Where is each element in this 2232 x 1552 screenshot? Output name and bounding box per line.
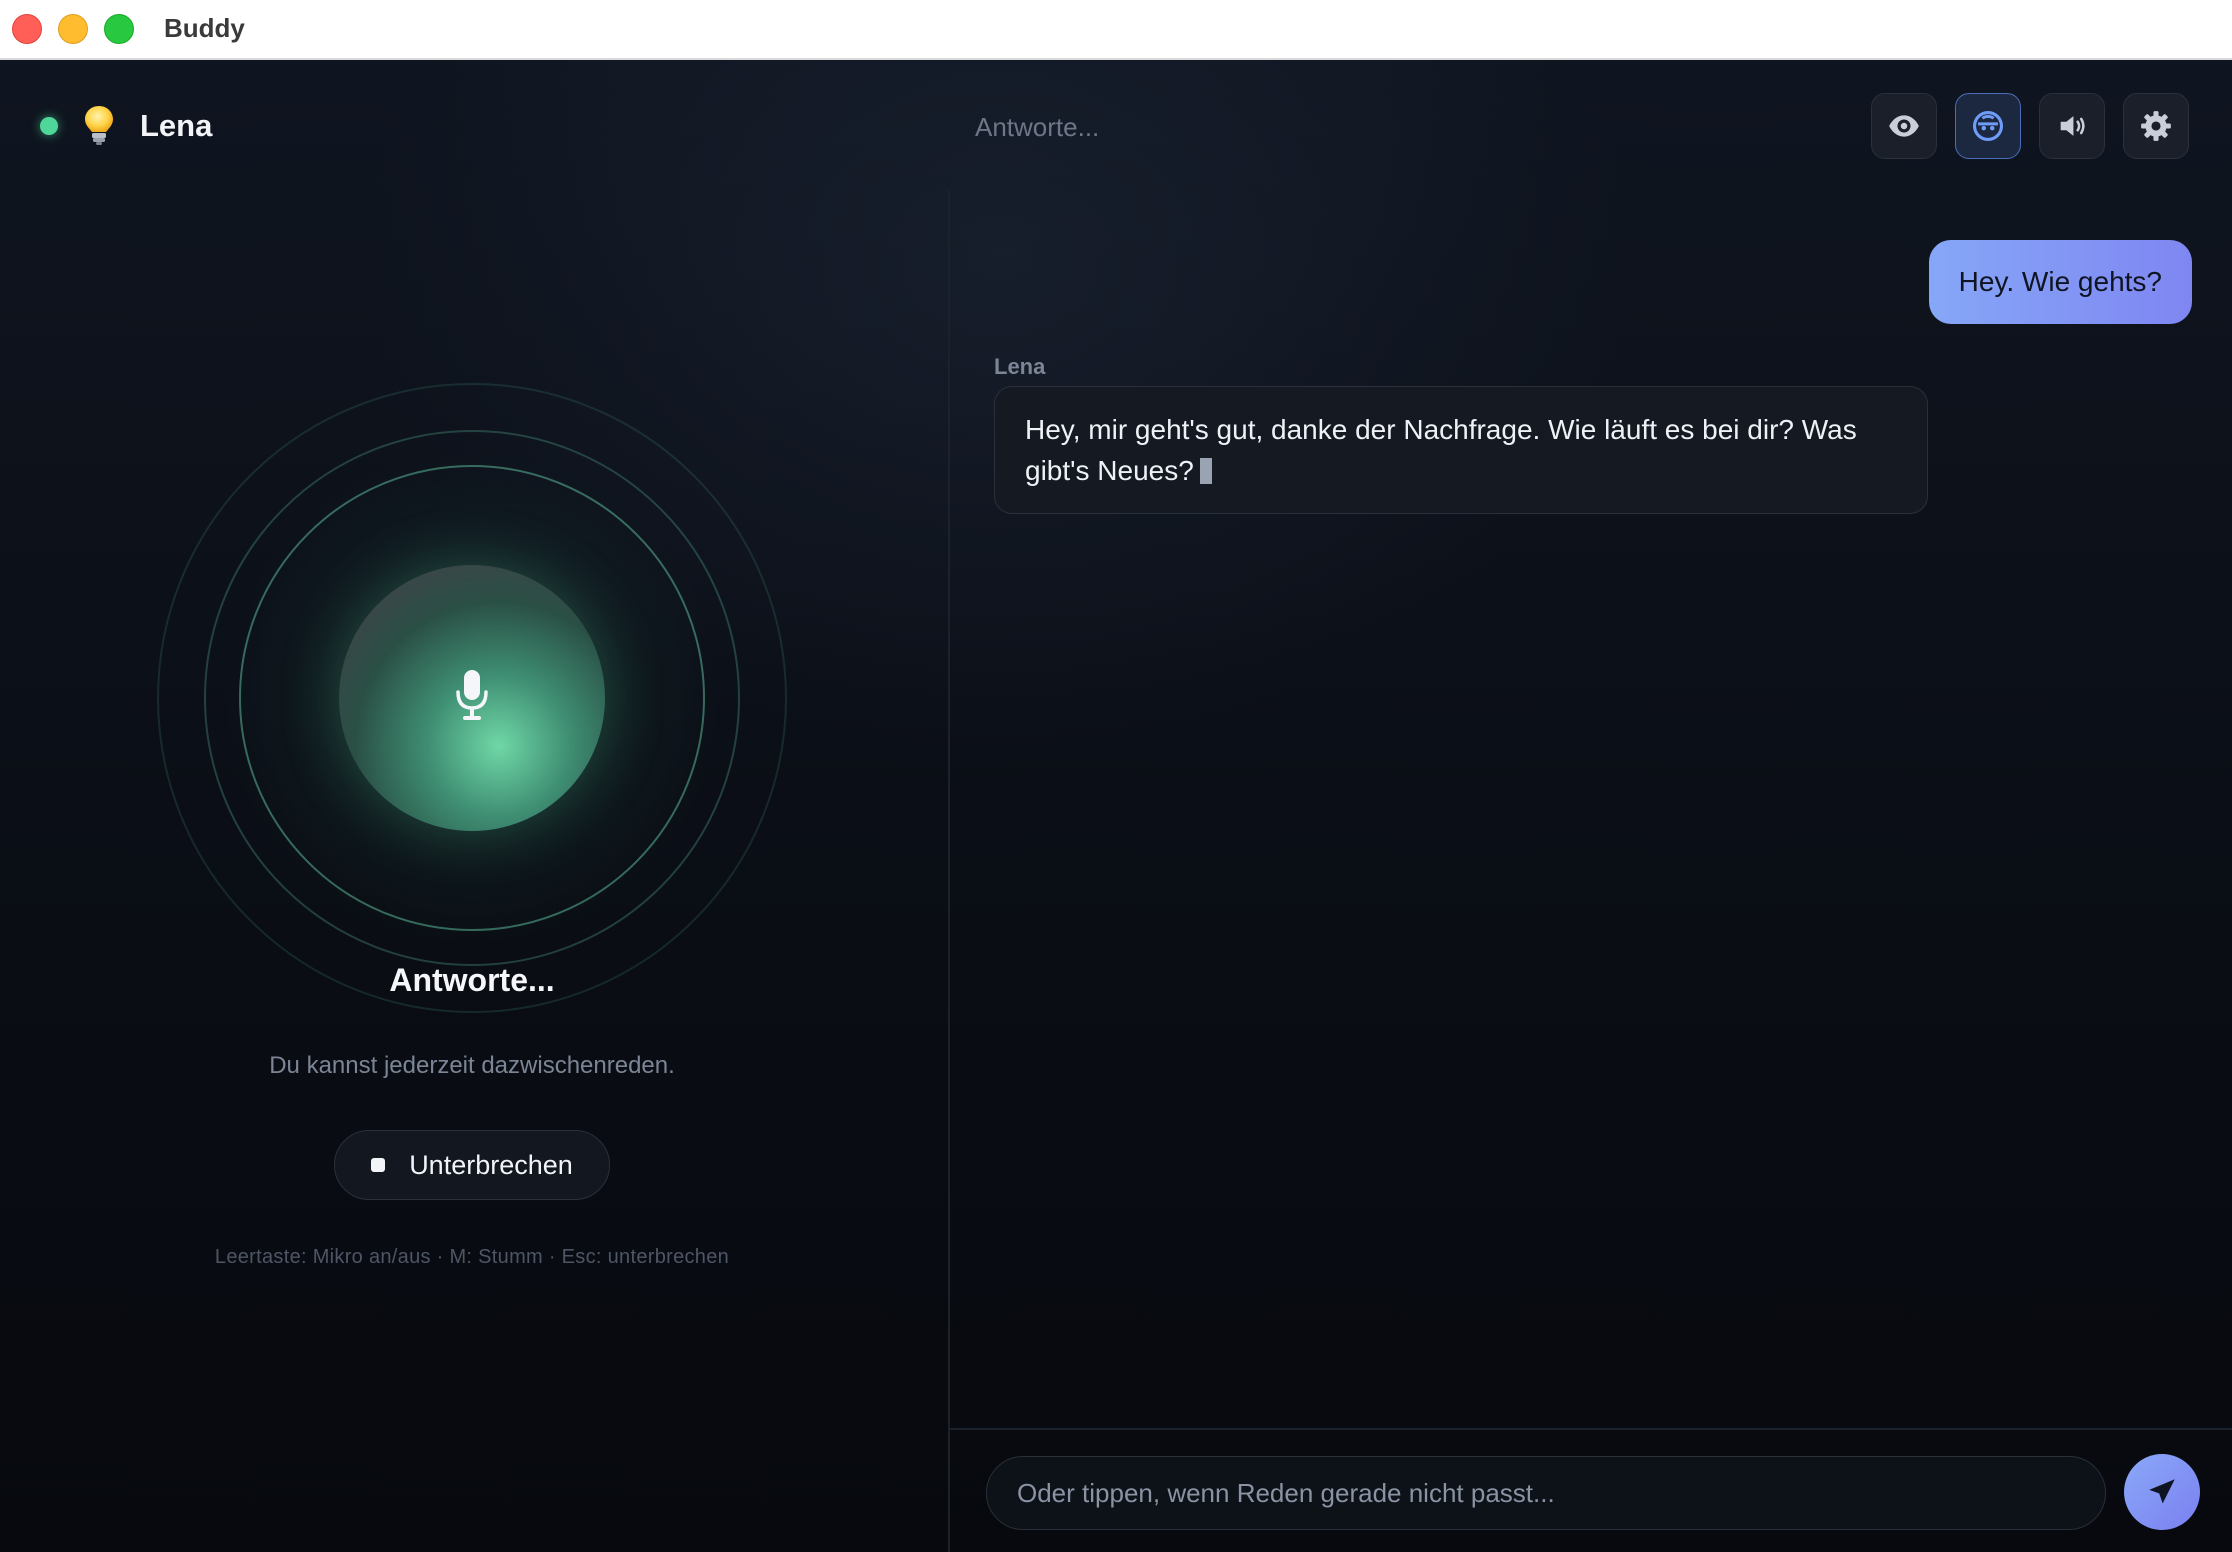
interrupt-button-label: Unterbrechen bbox=[409, 1149, 573, 1180]
typing-cursor bbox=[1199, 458, 1212, 484]
stop-icon bbox=[371, 1158, 386, 1172]
eye-icon bbox=[1889, 115, 1919, 137]
lightbulb-icon bbox=[85, 106, 113, 145]
window-title: Buddy bbox=[164, 13, 245, 43]
volume-button[interactable] bbox=[2039, 93, 2105, 159]
assistant-message-text: Hey, mir geht's gut, danke der Nachfrage… bbox=[1025, 414, 1857, 486]
chat-panel: Hey. Wie gehts? Lena Hey, mir geht's gut… bbox=[950, 190, 2232, 1552]
interrupt-button[interactable]: Unterbrechen bbox=[334, 1130, 610, 1200]
minimize-window-button[interactable] bbox=[58, 14, 88, 44]
user-message-bubble: Hey. Wie gehts? bbox=[1928, 240, 2192, 324]
interrupt-hint: Du kannst jederzeit dazwischenreden. bbox=[269, 1052, 675, 1079]
keyboard-shortcuts-hint: Leertaste: Mikro an/aus · M: Stumm · Esc… bbox=[214, 1246, 730, 1268]
header-status-text: Antworte... bbox=[975, 112, 1100, 142]
window-titlebar: Buddy bbox=[0, 0, 2232, 60]
message-input[interactable] bbox=[986, 1456, 2106, 1530]
eye-button[interactable] bbox=[1871, 93, 1937, 159]
send-icon bbox=[2149, 1479, 2175, 1504]
voice-status-label: Antworte... bbox=[389, 962, 555, 998]
agent-name: Lena bbox=[140, 108, 213, 143]
microphone-icon bbox=[456, 670, 488, 720]
send-button[interactable] bbox=[2124, 1454, 2200, 1530]
maximize-window-button[interactable] bbox=[104, 14, 134, 44]
assistant-message-bubble: Hey, mir geht's gut, danke der Nachfrage… bbox=[994, 386, 1928, 514]
volume-icon bbox=[2060, 116, 2085, 136]
settings-button[interactable] bbox=[2123, 93, 2189, 159]
app-root: Lena Antworte... Antworte... Du kannst j… bbox=[0, 60, 2232, 1552]
face-icon bbox=[1972, 110, 2004, 142]
voice-panel: Antworte... Du kannst jederzeit dazwisch… bbox=[0, 190, 948, 1552]
close-window-button[interactable] bbox=[12, 14, 42, 44]
gear-icon bbox=[2141, 111, 2171, 141]
header: Lena Antworte... bbox=[0, 60, 2232, 190]
input-separator bbox=[950, 1428, 2232, 1430]
assistant-sender-label: Lena bbox=[994, 354, 1046, 379]
online-status-dot bbox=[40, 117, 58, 135]
face-sync-button[interactable] bbox=[1955, 93, 2021, 159]
